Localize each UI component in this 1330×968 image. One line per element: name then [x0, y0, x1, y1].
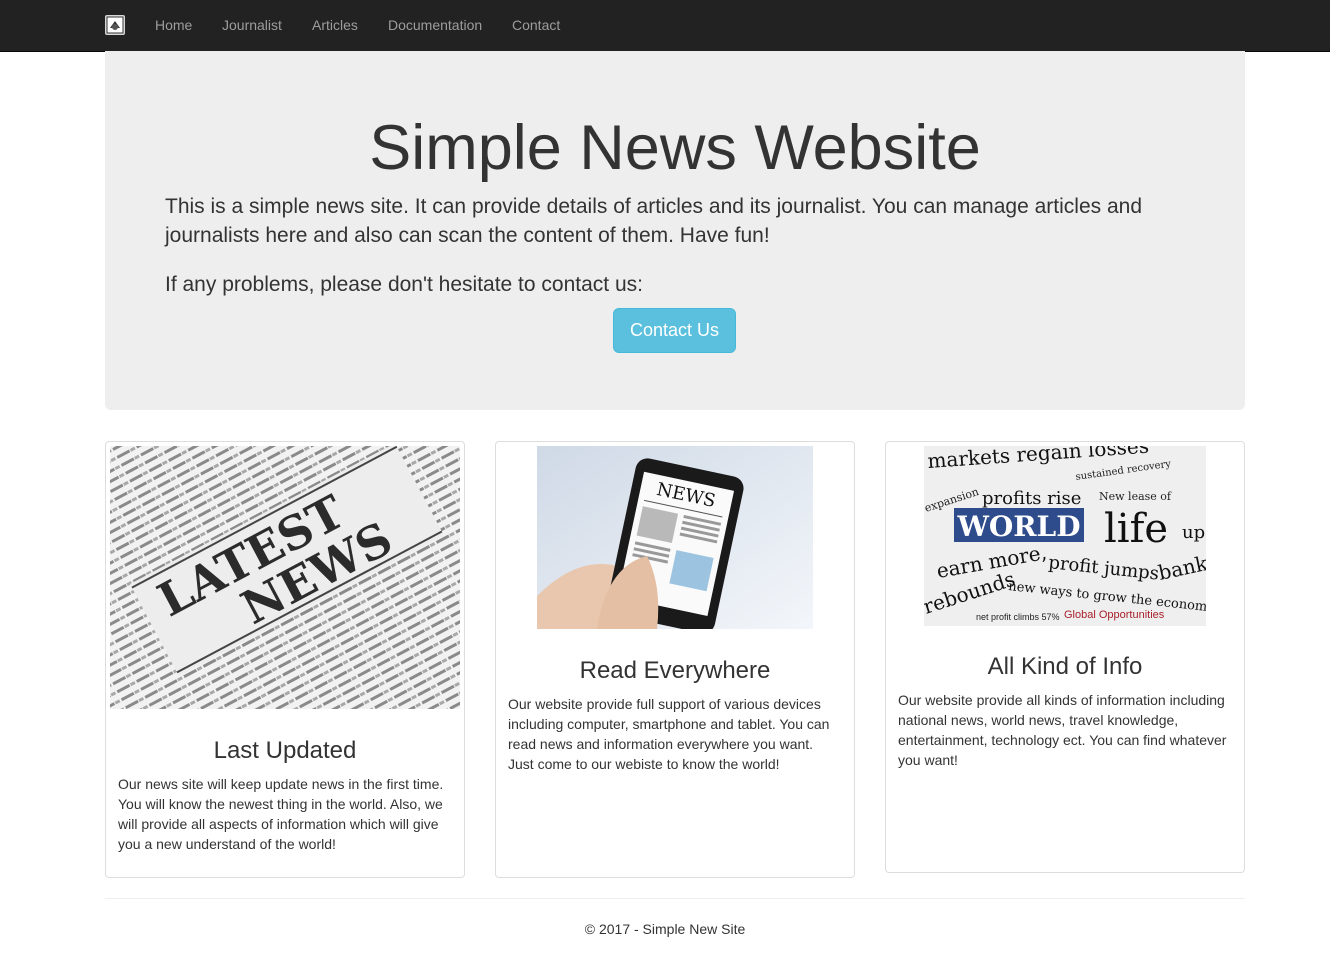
- card-text: Our news site will keep update news in t…: [118, 776, 444, 852]
- nav-link-articles[interactable]: Articles: [312, 16, 358, 34]
- card-title: Last Updated: [213, 737, 357, 764]
- smartphone-news-image: NEWS: [537, 446, 813, 629]
- card-text: Our website provide full support of vari…: [508, 696, 830, 772]
- headline-word: up: [1182, 522, 1205, 543]
- card-text: Our website provide all kinds of informa…: [898, 692, 1227, 768]
- headline-word: life: [1104, 506, 1168, 552]
- nav-link-documentation[interactable]: Documentation: [388, 16, 482, 34]
- footer-divider: [105, 898, 1245, 899]
- page-title: Simple News Website: [369, 113, 981, 183]
- headline-word: profits rise: [982, 488, 1081, 509]
- headline-word: New lease of: [1099, 490, 1172, 503]
- headline-word: Global Opportunities: [1064, 609, 1165, 621]
- latest-news-image: LATEST NEWS: [110, 446, 460, 709]
- headlines-collage-image: markets regain losses sustained recovery…: [924, 446, 1206, 626]
- headline-word: net profit climbs 57%: [976, 612, 1060, 622]
- site-logo-icon[interactable]: [105, 15, 125, 35]
- top-navbar: Home Journalist Articles Documentation C…: [0, 0, 1330, 52]
- nav-link-home[interactable]: Home: [155, 16, 192, 34]
- headline-word: WORLD: [956, 510, 1080, 543]
- intro-paragraph: This is a simple news site. It can provi…: [165, 195, 1143, 247]
- card-title: All Kind of Info: [987, 653, 1143, 680]
- card-last-updated: LATEST NEWS Last Updated Our news site w…: [105, 441, 465, 878]
- contact-us-button[interactable]: Contact Us: [613, 308, 736, 353]
- footer-copyright: © 2017 - Simple New Site: [584, 921, 746, 937]
- contact-prompt: If any problems, please don't hesitate t…: [165, 273, 643, 296]
- card-all-kind-of-info: markets regain losses sustained recovery…: [885, 441, 1245, 873]
- card-read-everywhere: NEWS Read Everywhere Our website provide…: [495, 441, 855, 878]
- nav-link-journalist[interactable]: Journalist: [222, 16, 282, 34]
- card-title: Read Everywhere: [579, 657, 771, 684]
- nav-link-contact[interactable]: Contact: [512, 16, 560, 34]
